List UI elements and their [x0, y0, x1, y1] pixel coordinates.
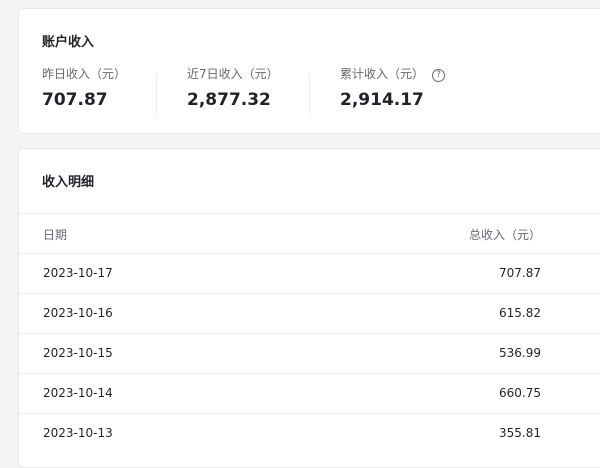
stat-total: 累计收入（元）? 2,914.17 [340, 66, 446, 110]
row-date: 2023-10-16 [43, 306, 113, 320]
income-table: 日期 总收入（元） 2023-10-17 707.87 2023-10-16 6… [19, 213, 599, 453]
row-amount: 660.75 [499, 386, 541, 400]
stat-total-value: 2,914.17 [340, 90, 424, 110]
stat-divider [156, 73, 157, 117]
stat-yesterday-value: 707.87 [42, 90, 108, 110]
question-circle-icon[interactable]: ? [432, 69, 446, 82]
account-income-title: 账户收入 [42, 35, 95, 50]
row-date: 2023-10-14 [43, 386, 113, 400]
table-row: 2023-10-15 536.99 [19, 333, 599, 373]
row-amount: 355.81 [499, 426, 541, 440]
income-detail-card: 收入明细 日期 总收入（元） 2023-10-17 707.87 2023-10… [18, 148, 600, 468]
stat-total-label: 累计收入（元）? [340, 66, 446, 82]
stat-yesterday: 昨日收入（元） 707.87 [42, 66, 126, 110]
table-row: 2023-10-13 355.81 [19, 413, 599, 453]
stat-last7days: 近7日收入（元） 2,877.32 [187, 66, 279, 110]
row-amount: 707.87 [499, 266, 541, 280]
table-row: 2023-10-16 615.82 [19, 293, 599, 333]
stat-last7days-label: 近7日收入（元） [187, 67, 279, 81]
stat-divider [309, 73, 310, 117]
table-header: 日期 总收入（元） [19, 213, 599, 253]
column-header-amount[interactable]: 总收入（元） [469, 226, 541, 243]
row-date: 2023-10-15 [43, 346, 113, 360]
table-row: 2023-10-14 660.75 [19, 373, 599, 413]
row-date: 2023-10-17 [43, 266, 113, 280]
row-amount: 615.82 [499, 306, 541, 320]
stat-last7days-value: 2,877.32 [187, 90, 271, 110]
table-row: 2023-10-17 707.87 [19, 253, 599, 293]
income-detail-title: 收入明细 [42, 175, 95, 190]
stat-yesterday-label: 昨日收入（元） [42, 67, 127, 81]
row-date: 2023-10-13 [43, 426, 113, 440]
row-amount: 536.99 [499, 346, 541, 360]
column-header-date[interactable]: 日期 [43, 226, 67, 243]
account-income-card: 账户收入 昨日收入（元） 707.87 近7日收入（元） 2,877.32 累计… [18, 8, 600, 134]
